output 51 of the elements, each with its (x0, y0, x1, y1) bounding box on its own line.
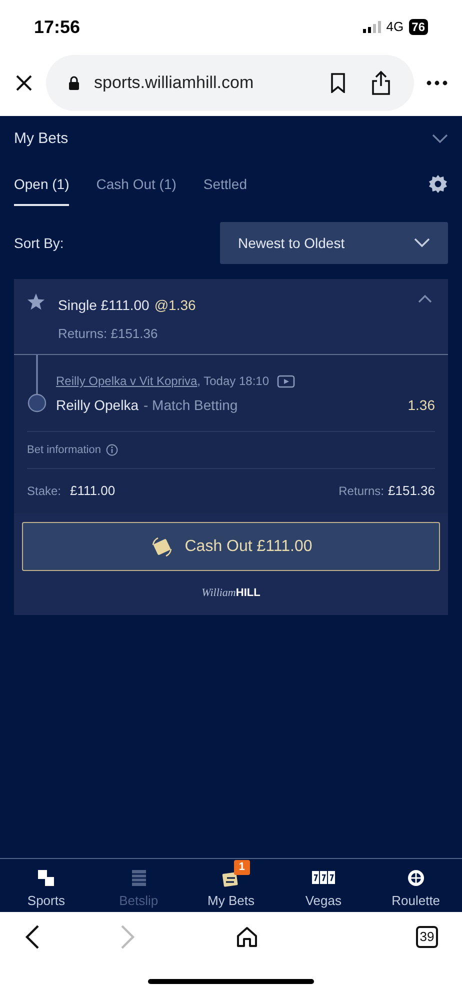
sort-dropdown[interactable]: Newest to Oldest (220, 222, 448, 264)
star-icon (27, 293, 45, 311)
clock: 17:56 (34, 16, 80, 38)
home-icon[interactable] (236, 926, 258, 948)
chevron-up-icon[interactable] (418, 294, 432, 303)
event-time: , Today 18:10 (197, 373, 270, 390)
money-icon (150, 534, 174, 558)
returns-label: Returns: (338, 483, 384, 500)
stake-value: £111.00 (70, 482, 116, 500)
more-icon[interactable] (426, 80, 448, 86)
tabs-button[interactable]: 39 (416, 926, 438, 948)
tab[interactable]: Settled (203, 162, 247, 206)
page-title: My Bets (14, 128, 68, 149)
sort-value: Newest to Oldest (238, 234, 345, 252)
selection-name: Reilly Opelka (56, 396, 138, 415)
chevron-down-icon (414, 238, 430, 248)
returns-text: Returns: £151.36 (58, 325, 159, 343)
battery-level: 76 (408, 19, 428, 35)
timeline-icon (27, 355, 47, 413)
bookmark-icon[interactable] (330, 73, 346, 93)
sort-label: Sort By: (14, 234, 64, 253)
wheel-icon (406, 868, 426, 888)
url-text: sports.williamhill.com (94, 72, 255, 94)
tab[interactable]: Open (1) (14, 162, 70, 206)
info-icon[interactable] (106, 444, 118, 456)
address-bar[interactable]: sports.williamhill.com (46, 55, 414, 111)
nav-item[interactable]: Roulette (370, 859, 462, 912)
market-name: - Match Betting (143, 396, 238, 415)
nav-item[interactable]: 1 My Bets (184, 859, 278, 912)
chevron-down-icon[interactable] (432, 134, 448, 144)
notification-badge: 1 (234, 860, 250, 875)
signal-icon (363, 21, 382, 33)
settings-icon[interactable] (428, 174, 448, 194)
bet-title: Single £111.00 (58, 296, 150, 315)
stake-label: Stake: (27, 483, 62, 500)
event-link[interactable]: Reilly Opelka v Vit Kopriva (56, 372, 198, 390)
returns-value: £151.36 (388, 482, 435, 500)
brand-logo: WilliamHILL (202, 586, 260, 601)
bet-odds: @1.36 (154, 296, 196, 315)
tab[interactable]: Cash Out (1) (96, 162, 176, 206)
nav-item[interactable]: Vegas (277, 859, 370, 912)
lock-icon (68, 76, 80, 90)
info-label: Bet information (27, 442, 101, 458)
back-icon[interactable] (24, 924, 40, 950)
network-label: 4G (386, 18, 404, 36)
selection-price: 1.36 (408, 396, 435, 415)
nav-item[interactable]: Sports (0, 859, 92, 912)
share-icon[interactable] (370, 70, 392, 96)
video-icon (277, 374, 296, 388)
cash-out-button[interactable]: Cash Out £111.00 (22, 522, 440, 571)
close-icon[interactable] (14, 73, 34, 93)
